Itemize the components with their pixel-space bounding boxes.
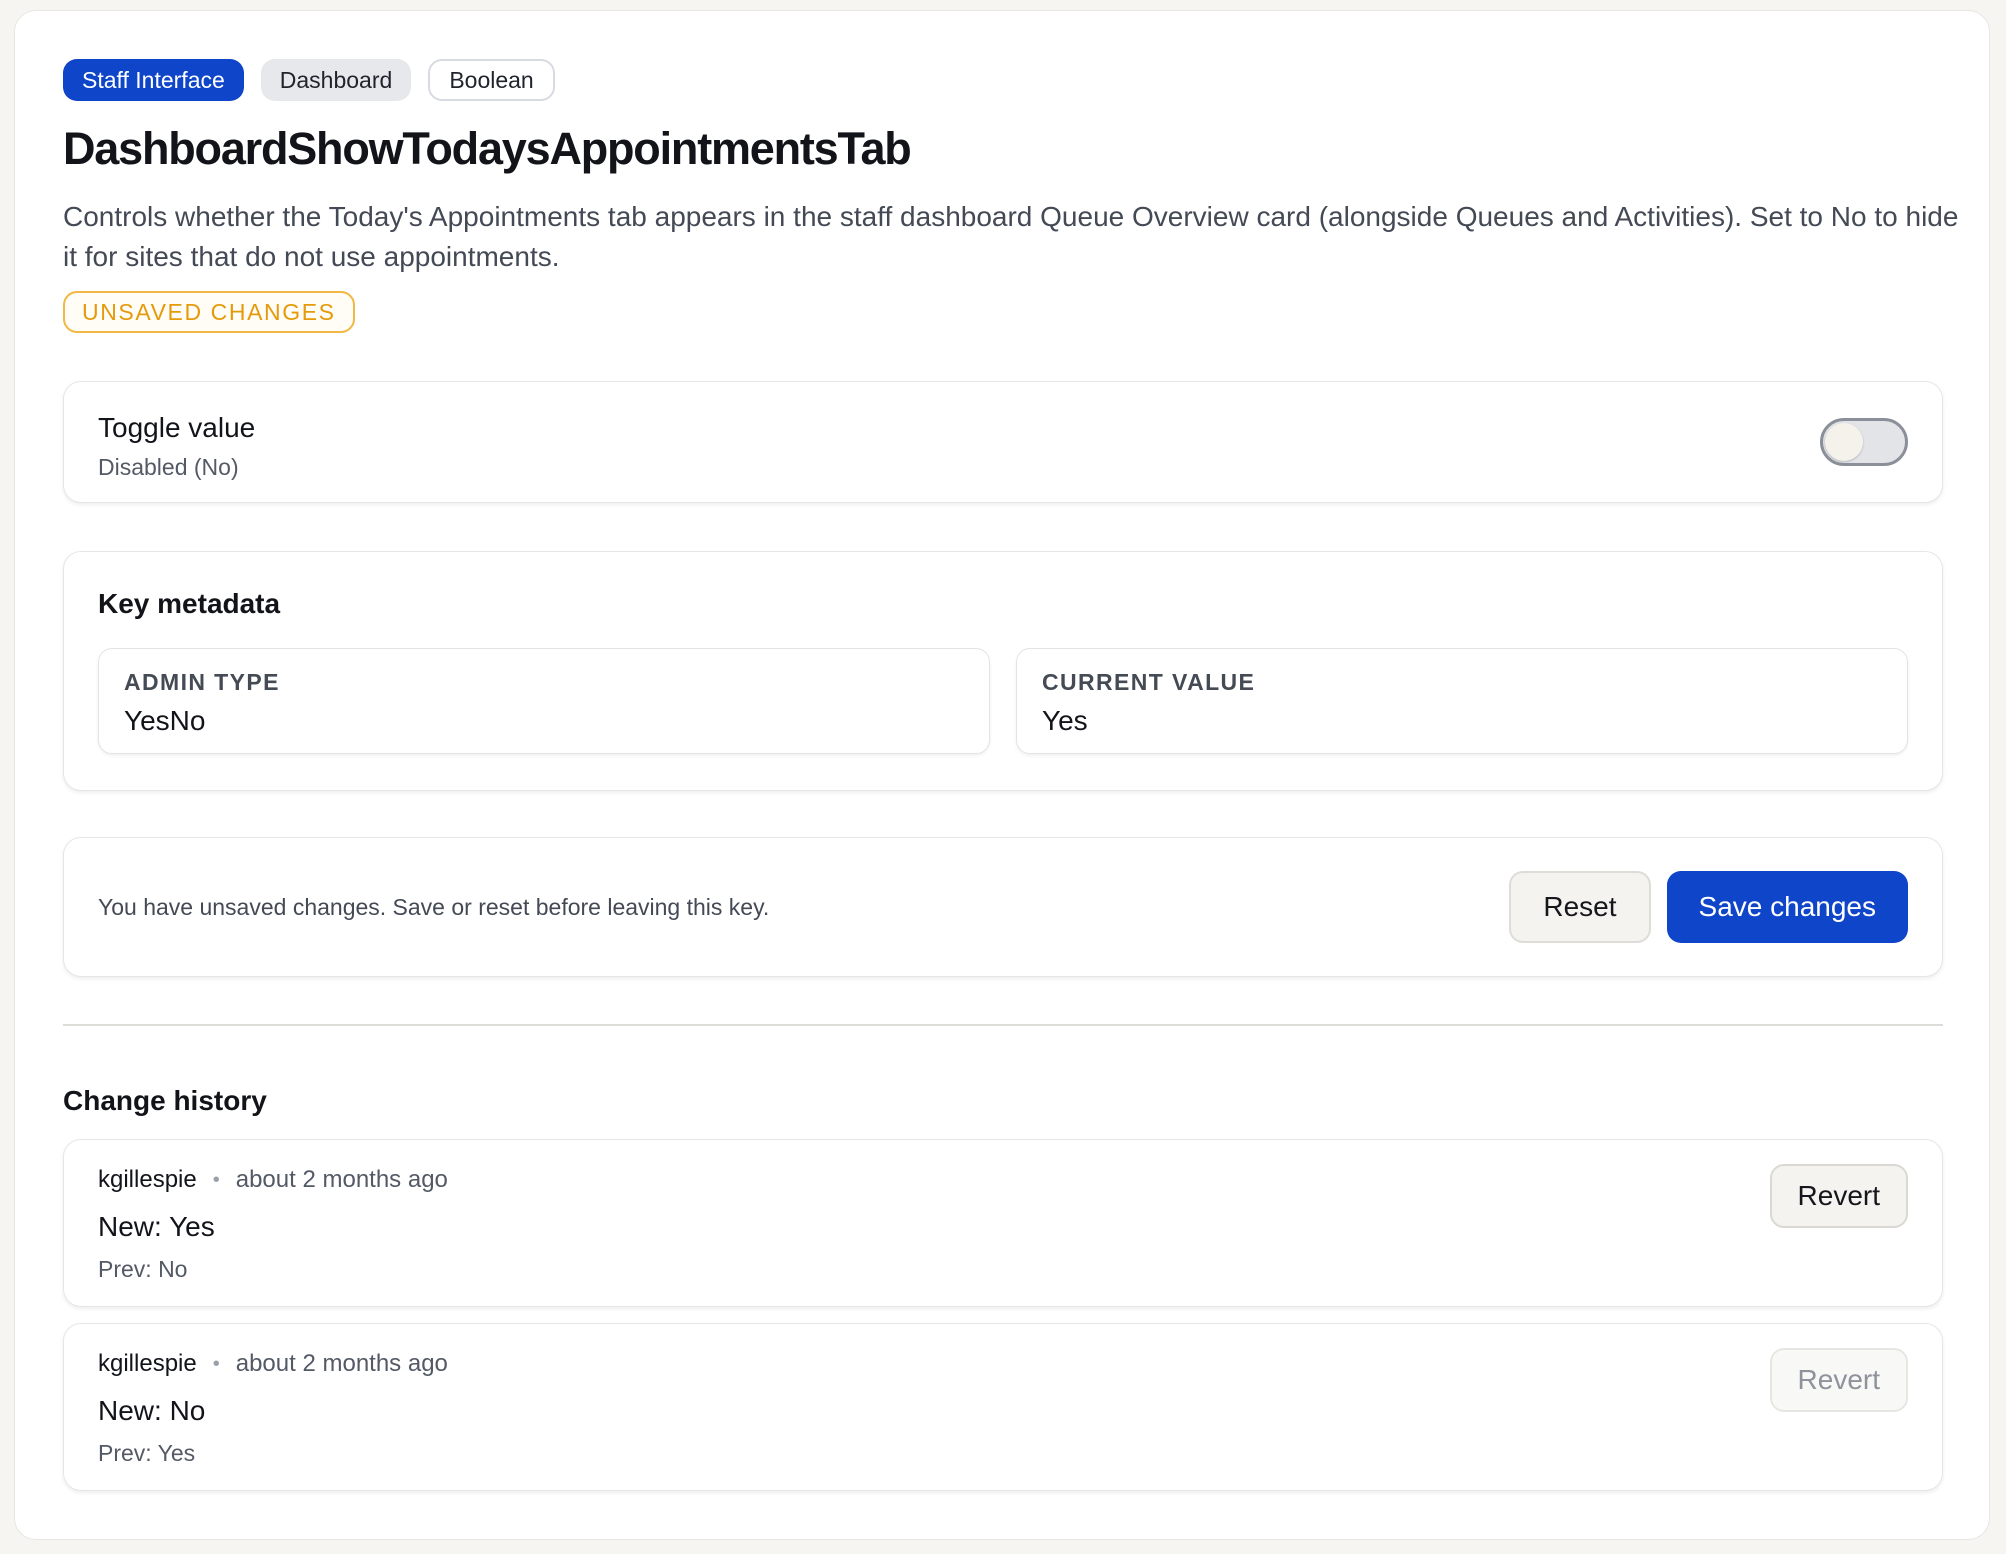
revert-button-disabled: Revert	[1769, 1348, 1908, 1412]
metadata-heading: Key metadata	[98, 588, 281, 619]
settings-panel: Staff Interface Dashboard Boolean Dashbo…	[14, 10, 1990, 1540]
change-history-heading: Change history	[63, 1085, 267, 1116]
section-divider	[63, 1024, 1943, 1026]
toggle-title: Toggle value	[98, 412, 256, 443]
separator-dot-icon: •	[212, 1353, 220, 1375]
metadata-admin-type: ADMIN TYPE YesNo	[98, 648, 990, 754]
metadata-current-value: CURRENT VALUE Yes	[1016, 648, 1908, 754]
metadata-value: YesNo	[124, 705, 206, 736]
metadata-label: ADMIN TYPE	[124, 669, 280, 695]
tag-staff-interface[interactable]: Staff Interface	[63, 59, 244, 101]
history-entry-header: kgillespie • about 2 months ago	[98, 1348, 1908, 1380]
reset-button[interactable]: Reset	[1509, 871, 1651, 943]
toggle-card: Toggle value Disabled (No)	[63, 381, 1943, 503]
history-entry: kgillespie • about 2 months ago New: Yes…	[63, 1139, 1943, 1307]
separator-dot-icon: •	[212, 1169, 220, 1191]
history-time: about 2 months ago	[235, 1350, 448, 1377]
history-prev-value: Prev: No	[98, 1256, 188, 1282]
history-entry-header: kgillespie • about 2 months ago	[98, 1164, 1908, 1196]
unsaved-actions-card: You have unsaved changes. Save or reset …	[63, 837, 1943, 977]
save-changes-button[interactable]: Save changes	[1666, 871, 1908, 943]
history-prev-value: Prev: Yes	[98, 1440, 196, 1466]
metadata-value: Yes	[1042, 705, 1088, 736]
history-user: kgillespie	[98, 1350, 197, 1377]
history-user: kgillespie	[98, 1166, 197, 1193]
tag-list: Staff Interface Dashboard Boolean	[63, 59, 1941, 101]
tag-boolean[interactable]: Boolean	[428, 59, 555, 101]
history-new-value: New: Yes	[98, 1211, 215, 1242]
metadata-grid: ADMIN TYPE YesNo CURRENT VALUE Yes	[98, 648, 1908, 754]
toggle-state-label: Disabled (No)	[98, 454, 239, 480]
key-metadata-card: Key metadata ADMIN TYPE YesNo CURRENT VA…	[63, 551, 1943, 791]
toggle-knob	[1825, 423, 1863, 461]
revert-button[interactable]: Revert	[1769, 1164, 1908, 1228]
unsaved-message: You have unsaved changes. Save or reset …	[98, 893, 770, 920]
history-time: about 2 months ago	[235, 1166, 448, 1193]
key-description: Controls whether the Today's Appointment…	[63, 201, 1959, 272]
unsaved-changes-badge: UNSAVED CHANGES	[63, 291, 355, 333]
tag-dashboard[interactable]: Dashboard	[260, 59, 412, 101]
history-entry: kgillespie • about 2 months ago New: No …	[63, 1323, 1943, 1491]
page-title: DashboardShowTodaysAppointmentsTab	[63, 123, 912, 174]
metadata-label: CURRENT VALUE	[1042, 669, 1256, 695]
history-new-value: New: No	[98, 1395, 206, 1426]
toggle-switch[interactable]	[1820, 418, 1908, 466]
